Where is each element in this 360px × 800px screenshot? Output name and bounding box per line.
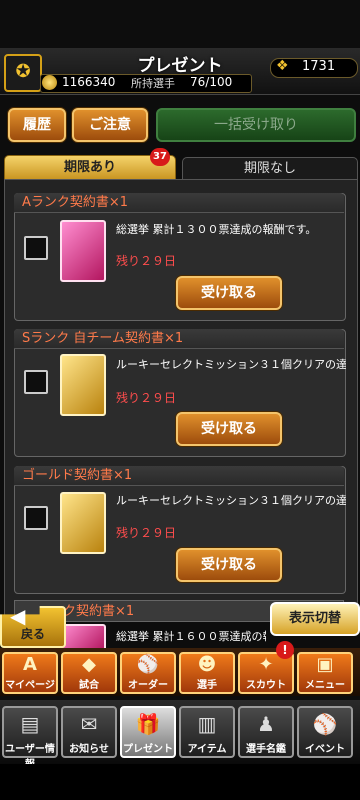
nav-label: マイページ xyxy=(5,680,55,691)
nav-label: お知らせ xyxy=(69,744,109,755)
select-checkbox[interactable] xyxy=(24,236,48,260)
nav-label: スカウト xyxy=(246,680,286,691)
receive-button[interactable]: 受け取る xyxy=(176,412,282,446)
card-description: 総選挙 累計１６００票達成の報酬です。 xyxy=(116,630,266,643)
mypage-icon: A xyxy=(23,654,37,675)
nav-players[interactable]: ☻ 選手 xyxy=(179,652,235,694)
bottom-strip xyxy=(0,764,360,800)
coin-count: 1166340 xyxy=(62,75,116,89)
players-label: 所持選手 xyxy=(131,77,175,90)
card-description: ルーキーセレクトミッション３１個クリアの達成報酬 xyxy=(116,494,346,507)
nav-game[interactable]: ◆ 試合 xyxy=(61,652,117,694)
coin-icon xyxy=(42,75,57,90)
gem-icon: ❖ xyxy=(276,58,289,74)
contract-s-icon xyxy=(60,354,106,416)
nav-label: 選手名鑑 xyxy=(246,744,286,755)
card-title: Sランク 自チーム契約書×1 xyxy=(14,329,344,349)
stadium-icon: ◆ xyxy=(82,654,96,675)
receive-all-button[interactable]: 一括受け取り xyxy=(156,108,356,142)
player-directory-icon: ♟ xyxy=(257,712,275,736)
card-description: 総選挙 累計１３００票達成の報酬です。 xyxy=(116,223,317,236)
select-checkbox[interactable] xyxy=(24,370,48,394)
app-logo-icon[interactable]: ✪ xyxy=(4,54,42,92)
nav-mypage[interactable]: A マイページ xyxy=(2,652,58,694)
nav-user-info[interactable]: ▤ユーザー情報 xyxy=(2,706,58,770)
history-button[interactable]: 履歴 xyxy=(8,108,66,142)
item-icon: ▥ xyxy=(197,712,217,736)
card-title: Aランク契約書×1 xyxy=(14,193,344,213)
nav-news[interactable]: ✉ お知らせ xyxy=(61,706,117,758)
select-checkbox[interactable] xyxy=(24,506,48,530)
nav-order[interactable]: ⚾ オーダー xyxy=(120,652,176,694)
card-title: ゴールド契約書×1 xyxy=(14,466,344,486)
receive-button[interactable]: 受け取る xyxy=(176,276,282,310)
contract-gold-icon xyxy=(60,492,106,554)
nav-player-directory[interactable]: ♟ 選手名鑑 xyxy=(238,706,294,758)
display-toggle-button[interactable]: 表示切替 xyxy=(270,602,360,636)
receive-button[interactable]: 受け取る xyxy=(176,548,282,582)
nav-event[interactable]: ⚾ イベント xyxy=(297,706,353,758)
nav-label: 選手 xyxy=(197,680,217,691)
menu-icon: ▣ xyxy=(316,654,334,675)
back-arrow-icon: ◀ xyxy=(10,604,26,628)
scout-alert-badge: ! xyxy=(276,641,294,659)
nav-label: メニュー xyxy=(305,680,345,691)
nav-menu[interactable]: ▣ メニュー xyxy=(297,652,353,694)
tab-no-expiry[interactable]: 期限なし xyxy=(182,157,358,181)
nav-label: オーダー xyxy=(128,680,168,691)
nav-items[interactable]: ▥ アイテム xyxy=(179,706,235,758)
card-description: ルーキーセレクトミッション３１個クリアの達成報酬 xyxy=(116,358,346,371)
gem-count: 1731 xyxy=(302,59,336,74)
caution-button[interactable]: ご注意 xyxy=(72,108,148,142)
user-info-icon: ▤ xyxy=(20,712,40,736)
tab-count-badge: 37 xyxy=(150,148,170,166)
order-icon: ⚾ xyxy=(136,654,160,675)
nav-label: イベント xyxy=(305,744,345,755)
player-icon: ☻ xyxy=(197,654,217,675)
present-icon: 🎁 xyxy=(135,712,161,736)
nav-present[interactable]: 🎁 プレゼント xyxy=(120,706,176,758)
players-count: 76/100 xyxy=(190,75,233,89)
event-icon: ⚾ xyxy=(312,712,338,736)
nav-label: プレゼント xyxy=(123,744,173,755)
card-remaining: 残り２９日 xyxy=(116,526,177,540)
news-icon: ✉ xyxy=(80,712,98,736)
nav-label: 試合 xyxy=(79,680,99,691)
nav-label: アイテム xyxy=(187,744,227,755)
card-remaining: 残り２９日 xyxy=(116,254,177,268)
contract-a-icon xyxy=(60,220,106,282)
card-remaining: 残り２９日 xyxy=(116,391,177,405)
page-title: プレゼント xyxy=(137,56,223,76)
